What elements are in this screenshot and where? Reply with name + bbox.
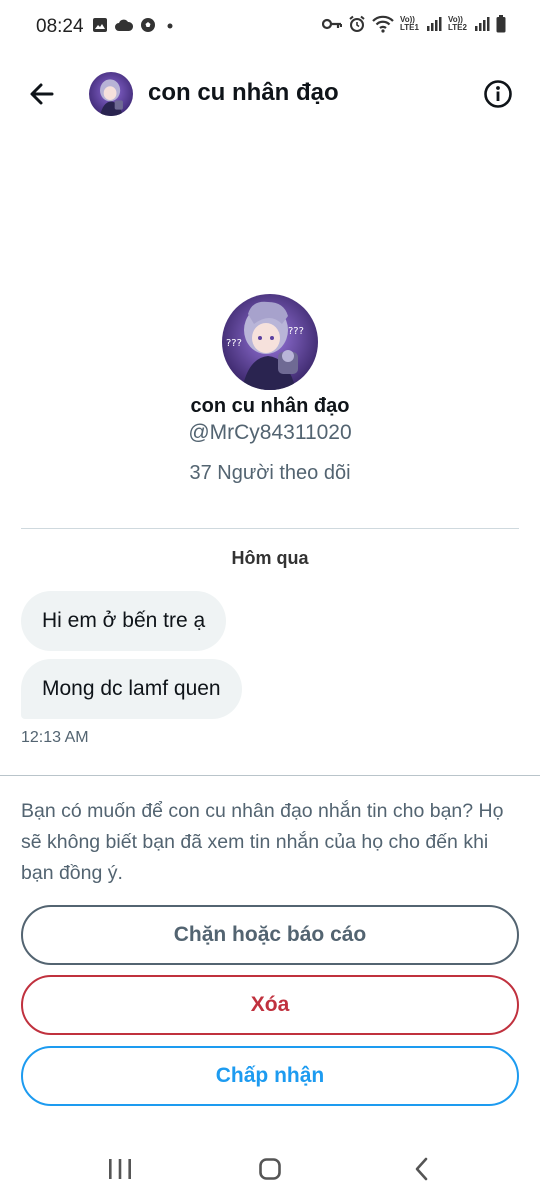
- message-request-prompt: Bạn có muốn để con cu nhân đạo nhắn tin …: [21, 800, 504, 884]
- status-right-icons: Vo)) LTE1 Vo)) LTE2: [322, 15, 506, 33]
- block-or-report-button[interactable]: Chặn hoặc báo cáo: [21, 905, 519, 965]
- alarm-icon: [349, 15, 365, 32]
- signal-icon: [427, 17, 442, 31]
- status-left-icons: [92, 17, 178, 33]
- key-icon: [322, 18, 342, 30]
- network-label-2: Vo)) LTE2: [448, 15, 467, 32]
- recent-apps-icon[interactable]: [100, 1154, 140, 1184]
- status-time: 08:24: [36, 16, 84, 37]
- dot-icon: [167, 23, 173, 29]
- back-icon[interactable]: [402, 1154, 442, 1184]
- message-bubble[interactable]: Mong dc lamf quen: [21, 659, 242, 719]
- delete-button[interactable]: Xóa: [21, 975, 519, 1035]
- profile-avatar[interactable]: ??? ???: [222, 294, 318, 390]
- profile-name: con cu nhân đạo: [190, 395, 350, 417]
- wifi-icon: [372, 15, 394, 33]
- date-separator: Hôm qua: [231, 548, 309, 568]
- conversation-header: con cu nhân đạo: [0, 64, 540, 124]
- accept-button[interactable]: Chấp nhận: [21, 1046, 519, 1106]
- soccer-ball-icon: [141, 18, 155, 32]
- image-icon: [93, 18, 107, 32]
- svg-text:???: ???: [226, 338, 242, 349]
- network-label-1: Vo)) LTE1: [400, 15, 419, 32]
- svg-text:???: ???: [288, 326, 304, 337]
- status-bar: 08:24 Vo)) LTE1 Vo)) LTE2: [0, 0, 540, 54]
- cloud-icon: [115, 19, 134, 31]
- avatar[interactable]: [89, 72, 133, 116]
- system-nav-bar: [0, 1140, 540, 1200]
- home-icon[interactable]: [250, 1154, 290, 1184]
- back-arrow-icon[interactable]: [26, 78, 58, 110]
- divider: [21, 528, 519, 529]
- profile-handle: @MrCy84311020: [188, 421, 352, 444]
- message-timestamp: 12:13 AM: [21, 729, 89, 746]
- signal-icon: [475, 17, 490, 31]
- divider: [0, 775, 540, 776]
- info-icon[interactable]: [483, 79, 513, 109]
- message-bubble[interactable]: Hi em ở bến tre ạ: [21, 591, 227, 651]
- battery-icon: [496, 15, 506, 33]
- header-title: con cu nhân đạo: [148, 79, 339, 106]
- followers-count[interactable]: 37 Người theo dõi: [0, 462, 540, 485]
